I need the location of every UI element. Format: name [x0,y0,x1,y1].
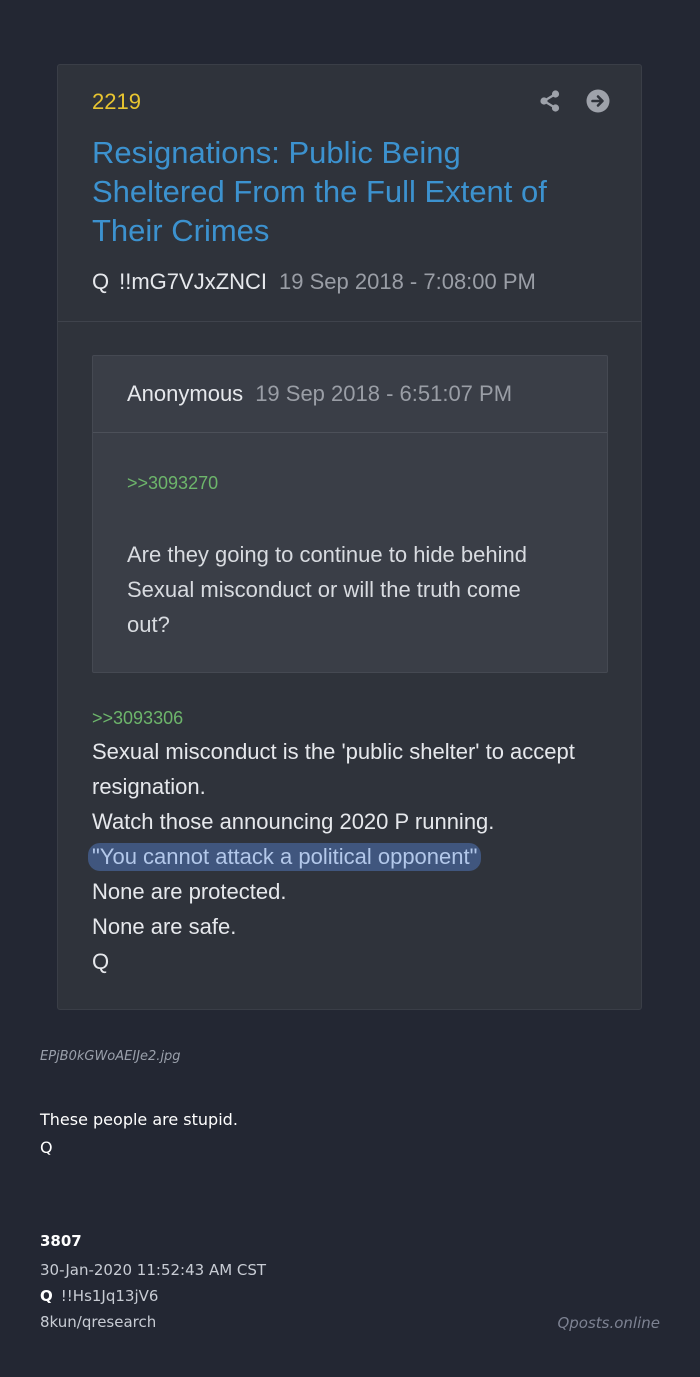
quoted-post: Anonymous 19 Sep 2018 - 6:51:07 PM >>3093… [92,355,608,673]
reply-line: None are safe. [92,914,237,939]
post-author: Q [92,269,110,294]
reply-line: Sexual misconduct is the 'public shelter… [92,739,575,764]
post-title[interactable]: Resignations: Public Being Sheltered Fro… [92,133,592,250]
reply-line: Watch those announcing 2020 P running. [92,809,495,834]
site-watermark: Qposts.online [557,1314,660,1332]
post-card: 2219 Resignations: Public Being Sheltere… [57,64,642,1010]
footer-tripcode: !!Hs1Jq13jV6 [60,1287,159,1305]
post-date: 19 Sep 2018 - 7:08:00 PM [279,269,536,294]
divider [58,321,641,322]
message-line: These people are stupid. [40,1110,238,1129]
quoted-reference-link[interactable]: >>3093270 [127,473,218,494]
post-meta: Q !!mG7VJxZNCI 19 Sep 2018 - 7:08:00 PM [92,269,536,295]
footer-date: 30-Jan-2020 11:52:43 AM CST [40,1261,267,1279]
highlighted-quote: "You cannot attack a political opponent" [88,843,482,871]
share-icon[interactable] [538,89,562,113]
attachment-filename[interactable]: EPjB0kGWoAEIJe2.jpg [40,1049,181,1064]
quoted-date: 19 Sep 2018 - 6:51:07 PM [255,381,513,406]
footer-board-link[interactable]: 8kun/qresearch [40,1313,156,1331]
post-number: 2219 [92,89,141,114]
reply-reference-link[interactable]: >>3093306 [92,708,183,729]
arrow-right-circle-icon[interactable] [586,89,610,113]
reply-line: None are protected. [92,879,287,904]
post-tripcode: !!mG7VJxZNCI [119,269,268,294]
footer-author: Q !!Hs1Jq13jV6 [40,1287,158,1305]
message-signature: Q [40,1138,53,1157]
footer-post-number: 3807 [40,1232,82,1250]
quoted-author: Anonymous [127,381,244,406]
footer-author-name: Q [40,1287,53,1305]
reply-body: Sexual misconduct is the 'public shelter… [88,734,622,979]
reply-signature: Q [92,949,110,974]
quoted-meta: Anonymous 19 Sep 2018 - 6:51:07 PM [127,381,512,407]
quoted-text: Are they going to continue to hide behin… [127,542,527,637]
message-body: These people are stupid. Q [40,1106,238,1162]
quoted-post-header: Anonymous 19 Sep 2018 - 6:51:07 PM [93,356,607,433]
reply-line-highlighted-wrap: "You cannot attack a political opponent" [88,839,622,874]
reply-line: resignation. [92,774,206,799]
